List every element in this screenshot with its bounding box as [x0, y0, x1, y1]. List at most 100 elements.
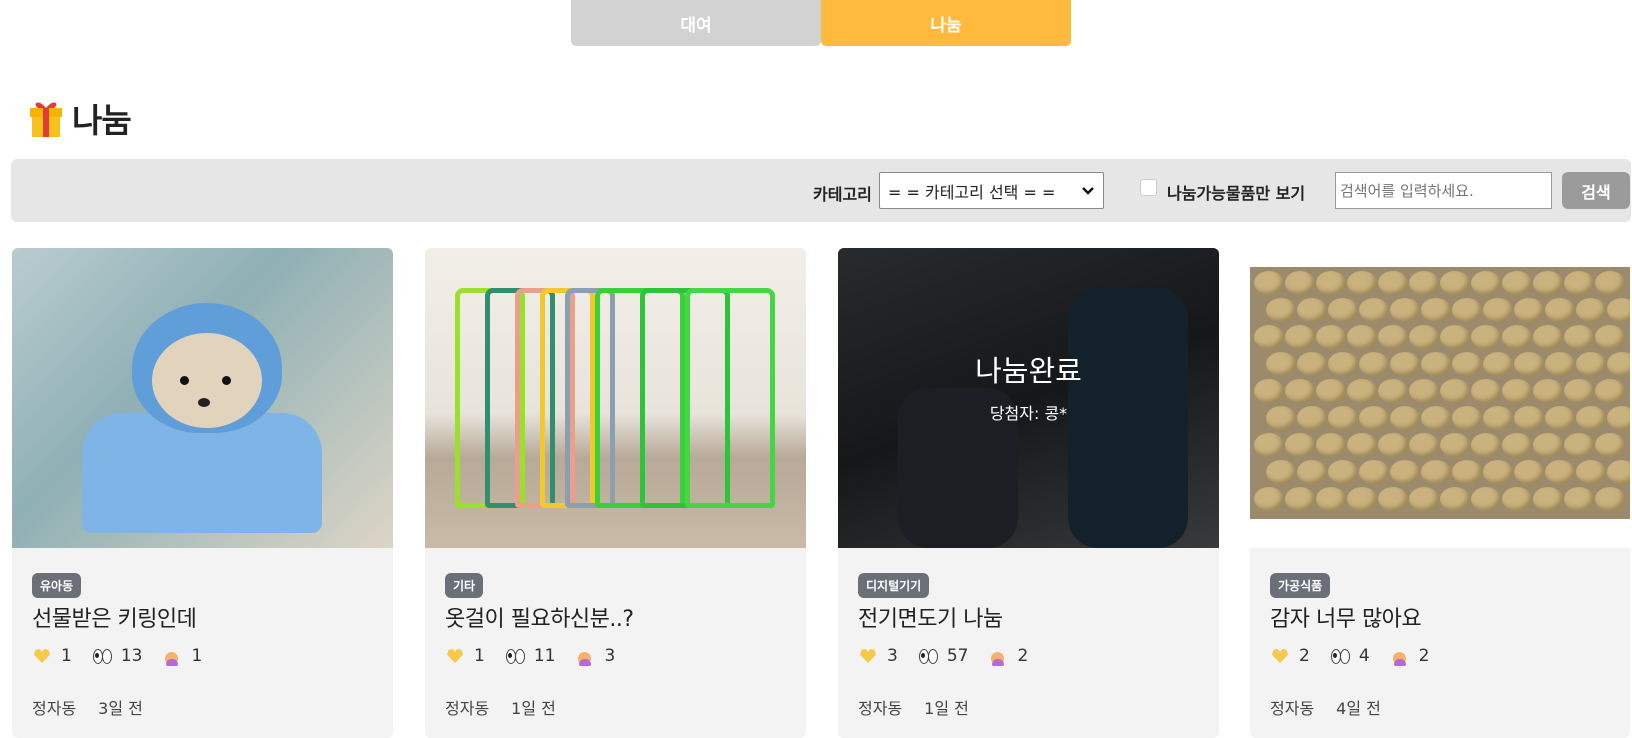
- potato-shape: [1607, 406, 1630, 430]
- potato-shape: [1266, 460, 1296, 484]
- potato-shape: [1359, 460, 1389, 484]
- potato-shape: [1390, 298, 1420, 322]
- item-meta: 정자동 4일 전: [1270, 695, 1381, 719]
- potato-shape: [1254, 271, 1284, 295]
- potato-shape: [1378, 325, 1408, 349]
- potato-shape: [1452, 352, 1482, 376]
- potato-shape: [1564, 325, 1594, 349]
- potato-shape: [1316, 325, 1346, 349]
- item-location: 정자동: [445, 699, 490, 718]
- potato-shape: [1347, 271, 1377, 295]
- potato-shape: [1452, 298, 1482, 322]
- potato-shape: [1421, 460, 1451, 484]
- potato-shape: [1297, 406, 1327, 430]
- eyes-icon: [1330, 647, 1350, 665]
- potato-shape: [1440, 433, 1470, 457]
- potato-shape: [1471, 487, 1501, 511]
- item-stats: 1 13 1: [32, 646, 222, 666]
- potato-shape: [1328, 298, 1358, 322]
- item-location: 정자동: [858, 699, 903, 718]
- view-count: 4: [1358, 646, 1370, 666]
- like-count: 1: [61, 646, 72, 666]
- applicant-count: 1: [191, 646, 203, 666]
- item-card[interactable]: 가공식품 감자 너무 많아요 2 4 2 정자동 4일 전: [1250, 248, 1630, 738]
- available-only-checkbox[interactable]: [1140, 179, 1157, 196]
- potato-shape: [1378, 433, 1408, 457]
- category-select-value: = = 카테고리 선택 = =: [888, 182, 1056, 202]
- potato-shape: [1452, 406, 1482, 430]
- potato-shape: [1502, 379, 1532, 403]
- potato-shape: [1595, 271, 1625, 295]
- potato-shape: [1359, 406, 1389, 430]
- potato-shape: [1595, 325, 1625, 349]
- search-input[interactable]: [1335, 172, 1552, 209]
- item-image-shaver: 나눔완료 당첨자: 콩*: [838, 248, 1219, 548]
- potato-shape: [1483, 406, 1513, 430]
- potato-shape: [1533, 271, 1563, 295]
- page-title: 나눔: [28, 94, 132, 142]
- potato-shape: [1347, 379, 1377, 403]
- potato-shape: [1483, 460, 1513, 484]
- potato-shape: [1316, 379, 1346, 403]
- potato-shape: [1421, 352, 1451, 376]
- potato-shape: [1378, 487, 1408, 511]
- item-meta: 정자동 1일 전: [858, 695, 969, 719]
- item-title: 전기면도기 나눔: [858, 607, 1003, 632]
- potato-shape: [1545, 352, 1575, 376]
- potato-shape: [1576, 460, 1606, 484]
- item-stats: 3 57 2: [858, 646, 1048, 666]
- potato-shape: [1421, 406, 1451, 430]
- potato-shape: [1502, 271, 1532, 295]
- category-badge: 디지털기기: [858, 573, 930, 598]
- item-stats: 1 11 3: [445, 646, 635, 666]
- potato-shape: [1390, 460, 1420, 484]
- tab-rent[interactable]: 대여: [571, 0, 821, 46]
- eyes-icon: [92, 647, 112, 665]
- view-count: 57: [946, 646, 969, 666]
- item-time: 1일 전: [511, 699, 556, 718]
- item-title: 감자 너무 많아요: [1270, 607, 1422, 632]
- raising-hand-icon: [1390, 647, 1410, 666]
- yellow-heart-icon: [32, 647, 52, 665]
- item-card[interactable]: 나눔완료 당첨자: 콩* 디지털기기 전기면도기 나눔 3 57 2 정자동 1…: [838, 248, 1219, 738]
- potato-shape: [1514, 352, 1544, 376]
- winner-label: 당첨자: 콩*: [989, 404, 1068, 423]
- potato-shape: [1297, 298, 1327, 322]
- potato-shape: [1607, 460, 1630, 484]
- tab-share[interactable]: 나눔: [821, 0, 1071, 46]
- potato-shape: [1471, 379, 1501, 403]
- potato-shape: [1316, 433, 1346, 457]
- category-label: 카테고리: [813, 185, 872, 204]
- potato-shape: [1409, 325, 1439, 349]
- potato-shape: [1607, 298, 1630, 322]
- potato-shape: [1607, 352, 1630, 376]
- potato-shape: [1285, 433, 1315, 457]
- potato-shape: [1440, 325, 1470, 349]
- search-button[interactable]: 검색: [1562, 172, 1630, 209]
- potato-shape: [1533, 487, 1563, 511]
- potato-shape: [1347, 487, 1377, 511]
- category-badge: 가공식품: [1270, 573, 1331, 598]
- potato-shape: [1328, 460, 1358, 484]
- potato-shape: [1285, 379, 1315, 403]
- potato-shape: [1471, 325, 1501, 349]
- potato-shape: [1409, 379, 1439, 403]
- item-card[interactable]: 유아동 선물받은 키링인데 1 13 1 정자동 3일 전: [12, 248, 393, 738]
- potato-shape: [1576, 406, 1606, 430]
- item-meta: 정자동 3일 전: [32, 695, 143, 719]
- category-select[interactable]: = = 카테고리 선택 = =: [879, 172, 1104, 209]
- raising-hand-icon: [988, 647, 1008, 666]
- item-title: 옷걸이 필요하신분..?: [445, 607, 634, 632]
- potato-shape: [1297, 460, 1327, 484]
- potato-shape: [1514, 406, 1544, 430]
- potato-shape: [1390, 352, 1420, 376]
- item-location: 정자동: [32, 699, 77, 718]
- applicant-count: 2: [1017, 646, 1029, 666]
- item-card[interactable]: 기타 옷걸이 필요하신분..? 1 11 3 정자동 1일 전: [425, 248, 806, 738]
- potato-shape: [1440, 487, 1470, 511]
- potato-shape: [1347, 325, 1377, 349]
- potato-shape: [1328, 352, 1358, 376]
- potato-shape: [1359, 298, 1389, 322]
- potato-shape: [1564, 487, 1594, 511]
- item-stats: 2 4 2: [1270, 646, 1449, 666]
